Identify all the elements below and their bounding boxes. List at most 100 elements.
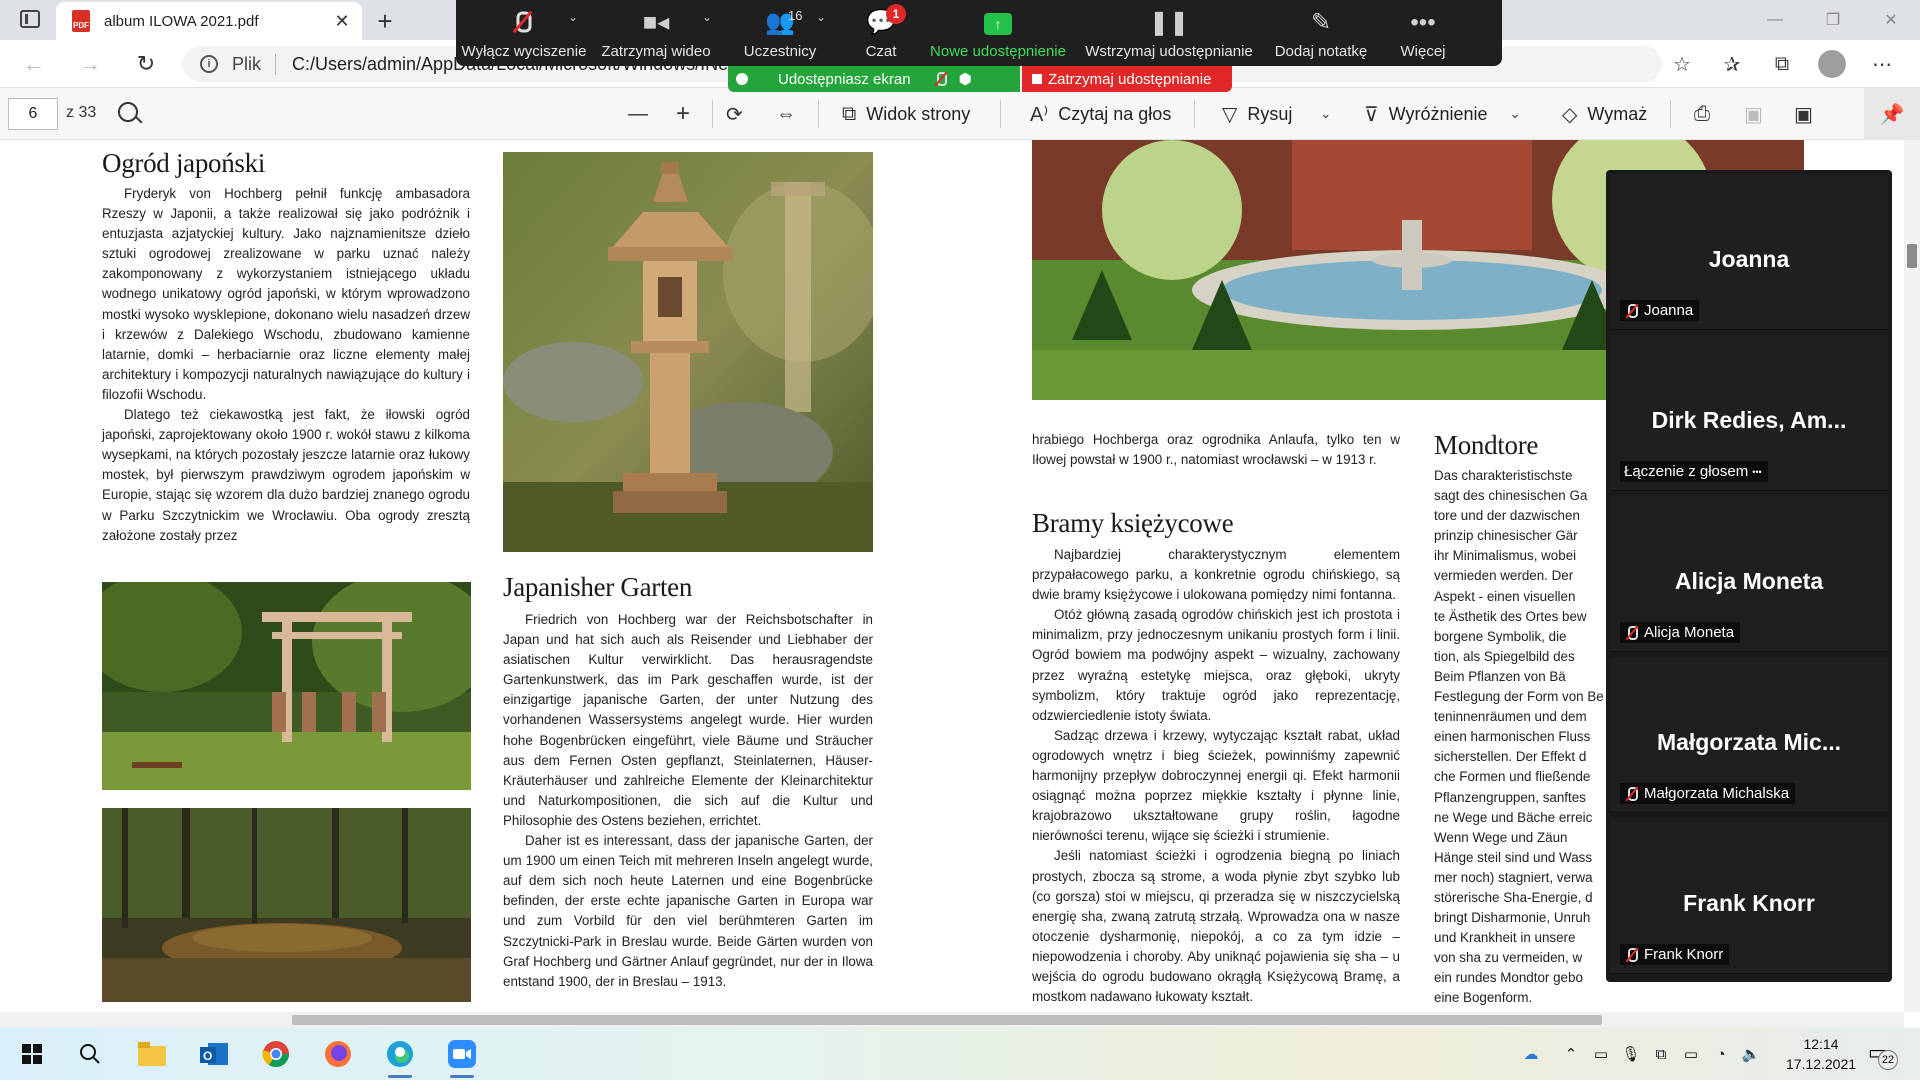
wifi-icon[interactable]: ◔ bbox=[1706, 1046, 1736, 1063]
heading-mondtore: Mondtore bbox=[1434, 430, 1539, 460]
participant-tile[interactable]: Frank Knorr Frank Knorr bbox=[1610, 818, 1888, 974]
edge-icon[interactable] bbox=[382, 1036, 418, 1078]
chevron-up-icon[interactable]: ⌃ bbox=[1556, 1045, 1586, 1063]
horizontal-scrollbar[interactable] bbox=[0, 1012, 1904, 1028]
url-scheme: Plik bbox=[232, 53, 277, 75]
clock-time: 12:14 bbox=[1803, 1036, 1839, 1052]
windows-taskbar: O ☁ ⌃ ▭ 🎙 ⧉ ▭ ◔ 🔈 12:14 17.12.2021 ▭ 22 bbox=[0, 1028, 1920, 1080]
browser-tab[interactable]: PDF album ILOWA 2021.pdf ✕ bbox=[56, 2, 362, 40]
shield-icon: ⬢ bbox=[958, 71, 972, 88]
participant-tile[interactable]: Małgorzata Mic... Małgorzata Michalska bbox=[1610, 657, 1888, 813]
page-number-input[interactable]: 6 bbox=[8, 98, 58, 130]
participants-button[interactable]: ⌄ 16 👥 Uczestnicy bbox=[720, 0, 840, 66]
outlook-icon[interactable]: O bbox=[196, 1036, 232, 1072]
microphone-muted-icon bbox=[1624, 625, 1638, 641]
pause-share-label: Wstrzymaj udostępnianie bbox=[1085, 43, 1253, 60]
participant-tile[interactable]: Dirk Redies, Am... Łączenie z głosem ••• bbox=[1610, 335, 1888, 491]
rotate-icon[interactable]: ⟳ bbox=[726, 88, 743, 140]
participant-name-text: Alicja Moneta bbox=[1644, 624, 1735, 641]
pause-share-button[interactable]: ❚❚ Wstrzymaj udostępnianie bbox=[1074, 0, 1264, 66]
read-aloud-icon: A⁾ bbox=[1030, 103, 1049, 126]
audio-chevron-down-icon[interactable]: ⌄ bbox=[568, 10, 578, 24]
tab-close-icon[interactable]: ✕ bbox=[332, 11, 352, 32]
forward-arrow-icon[interactable]: → bbox=[72, 48, 108, 80]
info-icon[interactable]: i bbox=[200, 55, 218, 73]
pin-toolbar-icon[interactable]: 📌 bbox=[1864, 88, 1920, 140]
erase-button[interactable]: ◇ Wymaż bbox=[1562, 88, 1647, 140]
stop-sharing-button[interactable]: Zatrzymaj udostępnianie bbox=[1022, 66, 1232, 92]
microphone-muted-icon bbox=[1624, 786, 1638, 802]
refresh-icon[interactable]: ↻ bbox=[128, 48, 164, 80]
zoom-in-button[interactable]: + bbox=[676, 88, 690, 140]
photo-pond-island bbox=[102, 808, 471, 1002]
chrome-icon[interactable] bbox=[258, 1036, 294, 1072]
save-icon[interactable]: ▣ bbox=[1744, 88, 1763, 140]
maximize-icon[interactable]: ❐ bbox=[1804, 0, 1862, 40]
annotate-button[interactable]: ✎ Dodaj notatkę bbox=[1264, 0, 1378, 66]
system-clock[interactable]: 12:14 17.12.2021 bbox=[1776, 1034, 1866, 1074]
onedrive-icon[interactable]: ☁ bbox=[1516, 1045, 1546, 1063]
save-as-icon[interactable]: ▣ bbox=[1794, 88, 1813, 140]
eraser-icon: ◇ bbox=[1562, 103, 1578, 126]
text-line: tion, als Spiegelbild des bbox=[1434, 648, 1575, 664]
print-icon[interactable]: ⎙ bbox=[1694, 88, 1710, 140]
new-share-button[interactable]: ↑ Nowe udostępnienie bbox=[922, 0, 1074, 66]
text-line: Hänge steil sind und Wass bbox=[1434, 849, 1593, 865]
stop-video-button[interactable]: ⌄ ■◂ Zatrzymaj wideo bbox=[592, 0, 720, 66]
vertical-scrollbar[interactable] bbox=[1904, 140, 1920, 1012]
file-explorer-icon[interactable] bbox=[134, 1036, 170, 1072]
chat-button[interactable]: 1 💬 Czat bbox=[840, 0, 922, 66]
page-view-button[interactable]: ⧉ Widok strony bbox=[842, 88, 970, 140]
text-line: und Krankheit in unsere bbox=[1434, 930, 1576, 946]
share-screen-icon: ↑ bbox=[984, 13, 1012, 35]
search-icon[interactable] bbox=[72, 1036, 108, 1072]
firefox-icon[interactable] bbox=[320, 1036, 356, 1072]
meet-now-icon[interactable]: ▭ bbox=[1586, 1045, 1616, 1063]
sharing-status-bar[interactable]: Udostępniasz ekran ⬢ bbox=[728, 66, 1020, 92]
battery-icon[interactable]: ▭ bbox=[1676, 1045, 1706, 1063]
favorites-icon[interactable]: ✰ bbox=[1714, 46, 1750, 82]
video-chevron-down-icon[interactable]: ⌄ bbox=[702, 10, 712, 24]
address-bar-actions: ☆ ✰ ⧉ ⋯ bbox=[1664, 46, 1900, 82]
participants-chevron-down-icon[interactable]: ⌄ bbox=[816, 10, 826, 24]
search-icon[interactable] bbox=[118, 102, 138, 122]
back-arrow-icon[interactable]: ← bbox=[16, 48, 52, 80]
participant-tile[interactable]: Joanna Joanna bbox=[1610, 174, 1888, 330]
text-line: Beim Pflanzen von Bä bbox=[1434, 668, 1566, 684]
tab-actions-icon[interactable] bbox=[20, 10, 40, 28]
participant-display-name: Joanna bbox=[1708, 246, 1790, 272]
participant-tile[interactable]: Alicja Moneta Alicja Moneta bbox=[1610, 496, 1888, 652]
more-button[interactable]: ••• Więcej bbox=[1378, 0, 1468, 66]
zoom-out-button[interactable]: — bbox=[628, 88, 648, 140]
pdf-file-icon: PDF bbox=[72, 10, 90, 32]
text-line: sicherstellen. Der Effekt d bbox=[1434, 749, 1587, 765]
profile-avatar[interactable] bbox=[1814, 46, 1850, 82]
favorite-add-icon[interactable]: ☆ bbox=[1664, 46, 1700, 82]
new-tab-icon[interactable]: + bbox=[370, 6, 400, 37]
new-share-label: Nowe udostępnienie bbox=[930, 43, 1066, 60]
notifications-button[interactable]: ▭ 22 bbox=[1868, 1040, 1898, 1070]
paragraph: Dlatego też ciekawostką jest fakt, że ił… bbox=[102, 407, 470, 543]
draw-chevron-down-icon[interactable]: ⌄ bbox=[1320, 106, 1331, 122]
fit-width-icon[interactable]: ⇔ bbox=[776, 88, 796, 140]
window-controls: — ❐ ✕ bbox=[1746, 0, 1920, 40]
collections-icon[interactable]: ⧉ bbox=[1764, 46, 1800, 82]
more-label: Więcej bbox=[1400, 43, 1446, 60]
read-aloud-button[interactable]: A⁾ Czytaj na głos bbox=[1030, 88, 1171, 140]
highlight-chevron-down-icon[interactable]: ⌄ bbox=[1510, 106, 1521, 122]
microphone-icon[interactable]: 🎙 bbox=[1616, 1045, 1646, 1063]
more-menu-icon[interactable]: ⋯ bbox=[1864, 46, 1900, 82]
paragraph: Daher ist es interessant, dass der japan… bbox=[503, 833, 873, 989]
display-icon[interactable]: ⧉ bbox=[1646, 1046, 1676, 1063]
zoom-app-icon[interactable] bbox=[444, 1036, 480, 1078]
minimize-icon[interactable]: — bbox=[1746, 0, 1804, 40]
close-window-icon[interactable]: ✕ bbox=[1862, 0, 1920, 40]
draw-button[interactable]: ▽ Rysuj ⌄ bbox=[1222, 88, 1331, 140]
text-line: prinzip chinesischer Gär bbox=[1434, 528, 1578, 544]
participants-label: Uczestnicy bbox=[743, 43, 817, 60]
windows-start-icon[interactable] bbox=[14, 1036, 50, 1072]
highlight-button[interactable]: ⊽ Wyróżnienie ⌄ bbox=[1364, 88, 1520, 140]
participant-display-name: Małgorzata Mic... bbox=[1656, 729, 1842, 755]
volume-icon[interactable]: 🔈 bbox=[1736, 1045, 1766, 1063]
unmute-button[interactable]: ⌄ Wyłącz wyciszenie bbox=[456, 0, 592, 66]
